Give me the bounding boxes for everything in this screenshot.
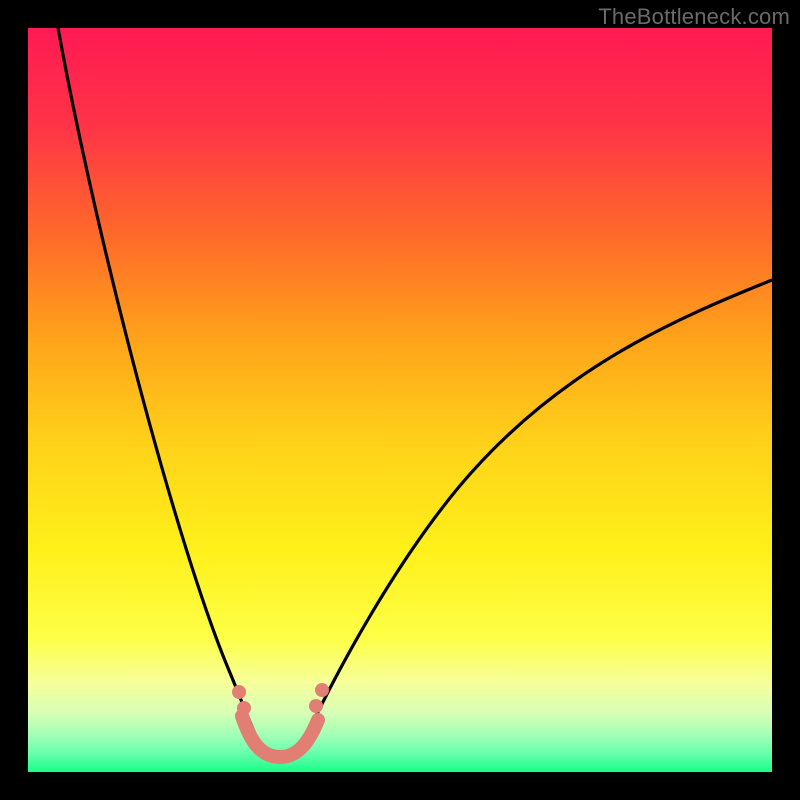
chart-frame bbox=[28, 28, 772, 772]
gradient-bg bbox=[28, 28, 772, 772]
dot-left-upper bbox=[232, 685, 246, 699]
chart-plot bbox=[28, 28, 772, 772]
dot-right-lower bbox=[309, 699, 323, 713]
dot-right-upper bbox=[315, 683, 329, 697]
dot-left-lower bbox=[237, 701, 251, 715]
watermark-text: TheBottleneck.com bbox=[598, 4, 790, 30]
